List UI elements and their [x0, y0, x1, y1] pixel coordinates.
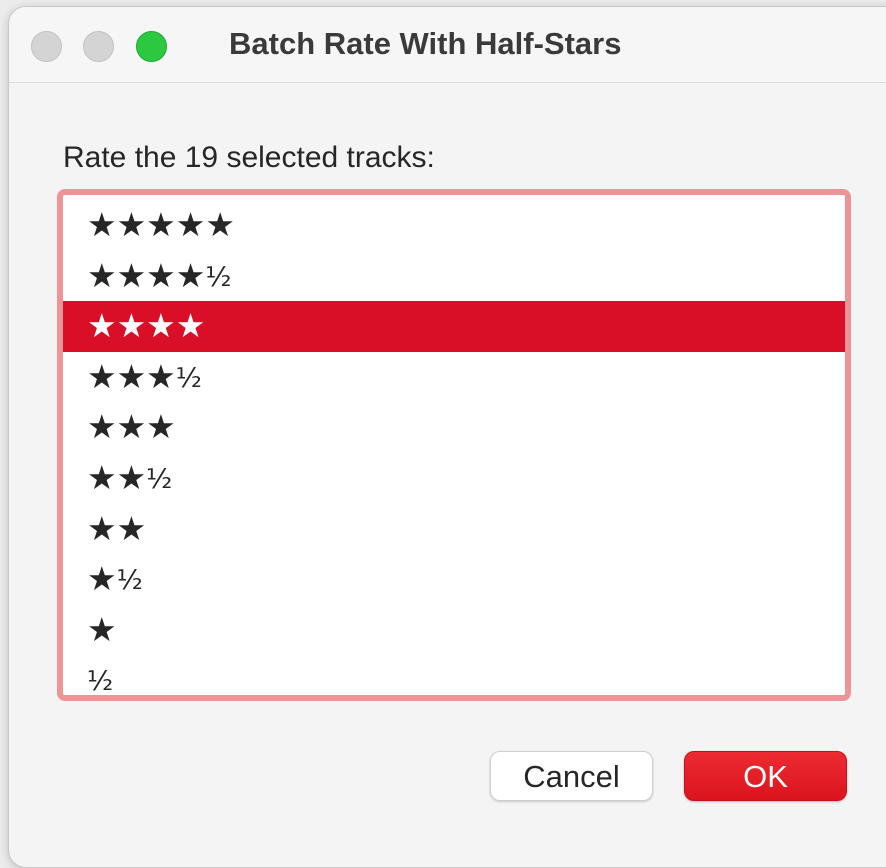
rating-option-1-star[interactable]: ★ [63, 605, 845, 656]
half-star-glyph: ½ [175, 362, 202, 394]
rating-option-5-stars[interactable]: ★★★★★ [63, 200, 845, 251]
star-icons: ★★★★★ [87, 205, 235, 244]
window-title: Batch Rate With Half-Stars [229, 26, 622, 61]
half-star-glyph: ½ [146, 463, 173, 495]
rating-list[interactable]: ★★★★★ ★★★★½ ★★★★ ★★★½ ★★★ ★★½ ★★ ★½ ★ ½ [57, 189, 851, 701]
ok-button[interactable]: OK [684, 751, 847, 801]
star-icons: ★★★★ [87, 255, 206, 295]
rating-option-half-star[interactable]: ½ [63, 655, 845, 706]
star-icons: ★★★ [87, 407, 176, 447]
star-icons: ★★★ [87, 356, 176, 396]
title-bar: Batch Rate With Half-Stars [9, 7, 886, 83]
star-icons: ★★★★ [87, 306, 206, 346]
rating-option-3-stars[interactable]: ★★★ [63, 402, 845, 453]
rating-option-4-stars[interactable]: ★★★★ [63, 301, 845, 352]
rating-option-1-5-stars[interactable]: ★½ [63, 554, 845, 605]
half-star-glyph: ½ [87, 666, 114, 698]
rating-option-3-5-stars[interactable]: ★★★½ [63, 352, 845, 403]
rating-option-4-5-stars[interactable]: ★★★★½ [63, 251, 845, 302]
star-icons: ★★ [87, 508, 147, 548]
minimize-window-button[interactable] [83, 31, 114, 62]
close-window-button[interactable] [31, 31, 62, 62]
rating-option-2-5-stars[interactable]: ★★½ [63, 453, 845, 504]
half-star-glyph: ½ [205, 261, 232, 293]
half-star-glyph: ½ [116, 565, 143, 597]
cancel-button[interactable]: Cancel [490, 751, 653, 801]
star-icons: ★ [87, 609, 117, 649]
rating-prompt: Rate the 19 selected tracks: [63, 141, 435, 174]
rating-option-2-stars[interactable]: ★★ [63, 504, 845, 555]
batch-rate-dialog: Batch Rate With Half-Stars Rate the 19 s… [8, 6, 886, 868]
star-icons: ★ [87, 559, 117, 599]
zoom-window-button[interactable] [136, 31, 167, 62]
star-icons: ★★ [87, 457, 147, 497]
